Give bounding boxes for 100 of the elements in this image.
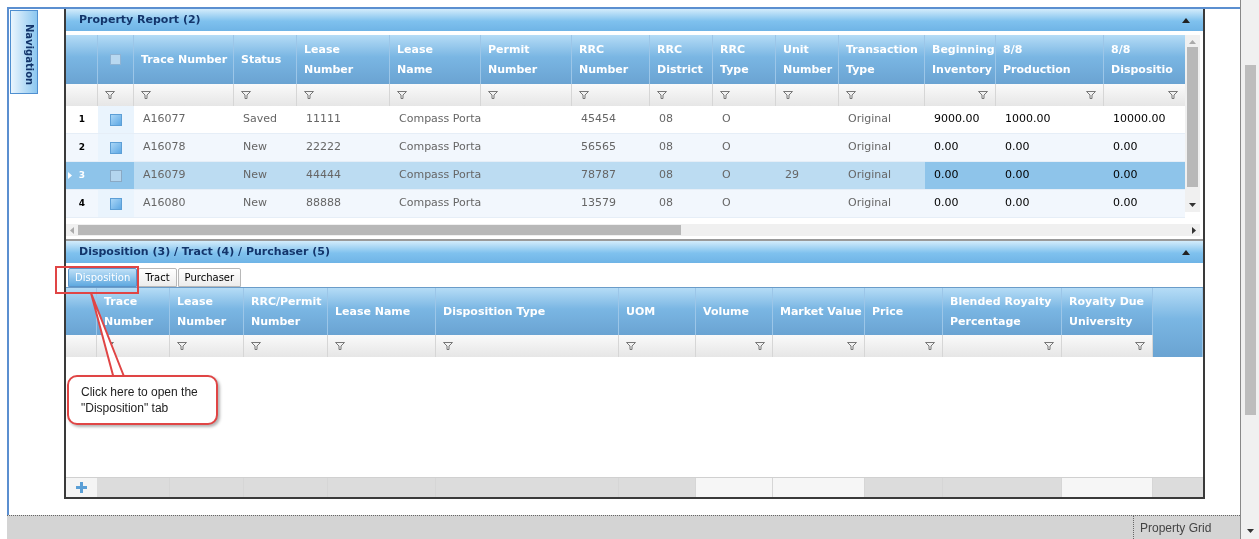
- column-header[interactable]: Trace Number: [97, 288, 170, 335]
- column-header[interactable]: RRC/Permit Number: [244, 288, 328, 335]
- checkbox[interactable]: [110, 169, 122, 182]
- collapse-icon[interactable]: [1182, 17, 1190, 23]
- filter-cell[interactable]: [839, 84, 925, 106]
- column-header[interactable]: Royalty Due University: [1062, 288, 1153, 335]
- checkbox[interactable]: [110, 197, 122, 210]
- checkbox[interactable]: [110, 141, 122, 154]
- checkbox[interactable]: [110, 54, 121, 65]
- column-header[interactable]: Transaction Type: [839, 35, 925, 84]
- filter-icon[interactable]: [1135, 342, 1145, 350]
- filter-icon[interactable]: [241, 91, 251, 99]
- column-header[interactable]: RRC Type: [713, 35, 776, 84]
- column-header[interactable]: RRC Number: [572, 35, 650, 84]
- filter-icon[interactable]: [304, 91, 314, 99]
- filter-cell[interactable]: [1104, 84, 1185, 106]
- column-header[interactable]: Unit Number: [776, 35, 839, 84]
- filter-icon[interactable]: [488, 91, 498, 99]
- tab[interactable]: Disposition: [68, 268, 138, 287]
- column-header[interactable]: Volume: [696, 288, 773, 335]
- table-cell: New: [243, 139, 267, 156]
- table-row[interactable]: 4 A16080 New 88888 Compass Porta 13579 08 O Original 0.00 0.00 0.00: [66, 190, 1185, 218]
- scroll-thumb[interactable]: [78, 225, 681, 235]
- filter-icon[interactable]: [141, 91, 151, 99]
- filter-icon[interactable]: [443, 342, 453, 350]
- filter-icon[interactable]: [1086, 91, 1096, 99]
- column-header[interactable]: Lease Name: [390, 35, 481, 84]
- scroll-thumb[interactable]: [1244, 65, 1256, 415]
- filter-cell[interactable]: [572, 84, 650, 106]
- add-icon[interactable]: [76, 482, 87, 493]
- filter-cell[interactable]: [481, 84, 572, 106]
- filter-icon[interactable]: [846, 91, 856, 99]
- column-header[interactable]: Disposition Type: [436, 288, 619, 335]
- filter-cell[interactable]: [713, 84, 776, 106]
- column-header[interactable]: RRC District: [650, 35, 713, 84]
- filter-cell[interactable]: [134, 84, 234, 106]
- filter-icon[interactable]: [1168, 91, 1178, 99]
- horizontal-scrollbar[interactable]: [66, 224, 1200, 236]
- column-header[interactable]: Beginning Inventory: [925, 35, 996, 84]
- navigation-tab[interactable]: Navigation: [10, 10, 38, 94]
- filter-cell[interactable]: [650, 84, 713, 106]
- column-header[interactable]: Lease Number: [170, 288, 244, 335]
- column-header[interactable]: Price: [865, 288, 943, 335]
- filter-cell[interactable]: [436, 335, 619, 357]
- filter-icon[interactable]: [251, 342, 261, 350]
- filter-icon[interactable]: [925, 342, 935, 350]
- filter-cell[interactable]: [244, 335, 328, 357]
- table-row[interactable]: 1 A16077 Saved 11111 Compass Porta 45454 08 O Original 9000.00 1000.00 10000.00: [66, 106, 1185, 134]
- filter-icon[interactable]: [105, 91, 115, 99]
- filter-icon[interactable]: [626, 342, 636, 350]
- column-header[interactable]: 8/8 Production: [996, 35, 1104, 84]
- scroll-right-icon[interactable]: [1192, 226, 1196, 234]
- scroll-thumb[interactable]: [1187, 47, 1198, 187]
- filter-cell[interactable]: [943, 335, 1062, 357]
- filter-icon[interactable]: [847, 342, 857, 350]
- collapse-icon[interactable]: [1182, 249, 1190, 255]
- column-header[interactable]: Market Value: [773, 288, 865, 335]
- filter-cell[interactable]: [170, 335, 244, 357]
- filter-icon[interactable]: [335, 342, 345, 350]
- filter-cell[interactable]: [390, 84, 481, 106]
- filter-cell[interactable]: [773, 335, 865, 357]
- filter-icon[interactable]: [579, 91, 589, 99]
- filter-cell[interactable]: [619, 335, 696, 357]
- filter-cell[interactable]: [297, 84, 390, 106]
- table-row[interactable]: 3 A16079 New 44444 Compass Porta 78787 08 O 29 Original 0.00 0.00 0.00: [66, 162, 1185, 190]
- column-header[interactable]: 8/8 Dispositio: [1104, 35, 1185, 84]
- filter-icon[interactable]: [978, 91, 988, 99]
- filter-icon[interactable]: [177, 342, 187, 350]
- filter-icon[interactable]: [397, 91, 407, 99]
- filter-cell[interactable]: [776, 84, 839, 106]
- filter-cell[interactable]: [328, 335, 436, 357]
- column-header[interactable]: UOM: [619, 288, 696, 335]
- scroll-down-icon[interactable]: [1246, 529, 1254, 533]
- filter-cell[interactable]: [996, 84, 1104, 106]
- scroll-up-icon[interactable]: [1189, 40, 1196, 44]
- tab[interactable]: Tract: [138, 268, 177, 287]
- tab[interactable]: Purchaser: [177, 268, 242, 287]
- checkbox[interactable]: [110, 113, 122, 126]
- column-header[interactable]: Permit Number: [481, 35, 572, 84]
- filter-icon[interactable]: [720, 91, 730, 99]
- filter-icon[interactable]: [783, 91, 793, 99]
- filter-cell[interactable]: [98, 84, 134, 106]
- filter-icon[interactable]: [755, 342, 765, 350]
- vertical-scrollbar[interactable]: [1185, 35, 1200, 212]
- column-header[interactable]: Status: [234, 35, 297, 84]
- filter-cell[interactable]: [696, 335, 773, 357]
- filter-cell[interactable]: [865, 335, 943, 357]
- filter-cell[interactable]: [925, 84, 996, 106]
- column-header[interactable]: Lease Name: [328, 288, 436, 335]
- filter-cell[interactable]: [234, 84, 297, 106]
- column-header[interactable]: Trace Number: [134, 35, 234, 84]
- column-header[interactable]: Blended Royalty Percentage: [943, 288, 1062, 335]
- scroll-left-icon[interactable]: [70, 226, 74, 234]
- scroll-down-icon[interactable]: [1189, 203, 1196, 207]
- filter-icon[interactable]: [1044, 342, 1054, 350]
- page-scrollbar[interactable]: [1240, 0, 1259, 539]
- filter-cell[interactable]: [1062, 335, 1153, 357]
- column-header[interactable]: Lease Number: [297, 35, 390, 84]
- table-row[interactable]: 2 A16078 New 22222 Compass Porta 56565 08 O Original 0.00 0.00 0.00: [66, 134, 1185, 162]
- filter-icon[interactable]: [657, 91, 667, 99]
